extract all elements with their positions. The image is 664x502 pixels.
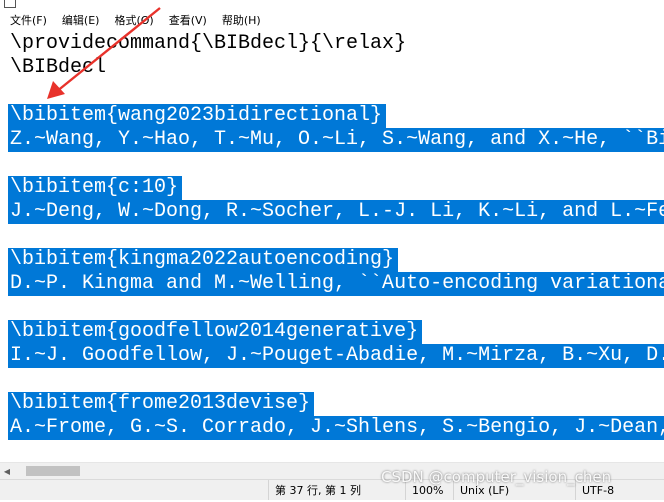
annotation-arrow-head [47, 81, 65, 99]
annotation-arrow-shaft [55, 7, 161, 93]
annotation-arrow-icon [47, 7, 161, 99]
